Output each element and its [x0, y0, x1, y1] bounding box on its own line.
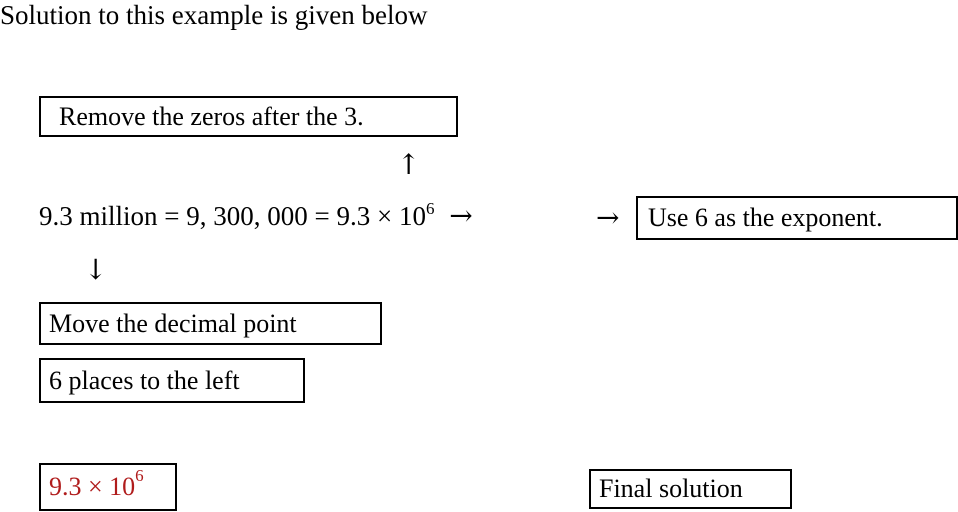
down-arrow-icon: ↓ [84, 253, 108, 286]
intro-text: Solution to this example is given below [0, 0, 428, 30]
remove-zeros-box: Remove the zeros after the 3. [39, 96, 458, 137]
move-decimal-box: Move the decimal point [39, 302, 382, 345]
answer-text: 9.3 × 10 [49, 472, 136, 501]
up-arrow-icon: ↑ [397, 148, 421, 181]
equation-text: 9.3 million = 9, 300, 000 = 9.3 × 10 [39, 201, 426, 231]
places-left-text: 6 places to the left [49, 365, 240, 395]
final-solution-box: Final solution [589, 469, 792, 509]
remove-zeros-text: Remove the zeros after the 3. [59, 101, 364, 131]
equation: 9.3 million = 9, 300, 000 = 9.3 × 106 → [39, 199, 473, 232]
use-exponent-box: Use 6 as the exponent. [636, 196, 958, 240]
places-left-box: 6 places to the left [39, 358, 305, 403]
use-exponent-text: Use 6 as the exponent. [648, 203, 883, 232]
move-decimal-text: Move the decimal point [49, 308, 297, 338]
answer-exponent: 6 [135, 466, 144, 485]
equation-exponent: 6 [425, 199, 435, 218]
right-arrow-icon: → [449, 199, 473, 232]
answer-box: 9.3 × 10 6 [39, 463, 177, 511]
right-arrow-to-box-icon: → [596, 201, 620, 234]
final-solution-text: Final solution [599, 474, 743, 503]
